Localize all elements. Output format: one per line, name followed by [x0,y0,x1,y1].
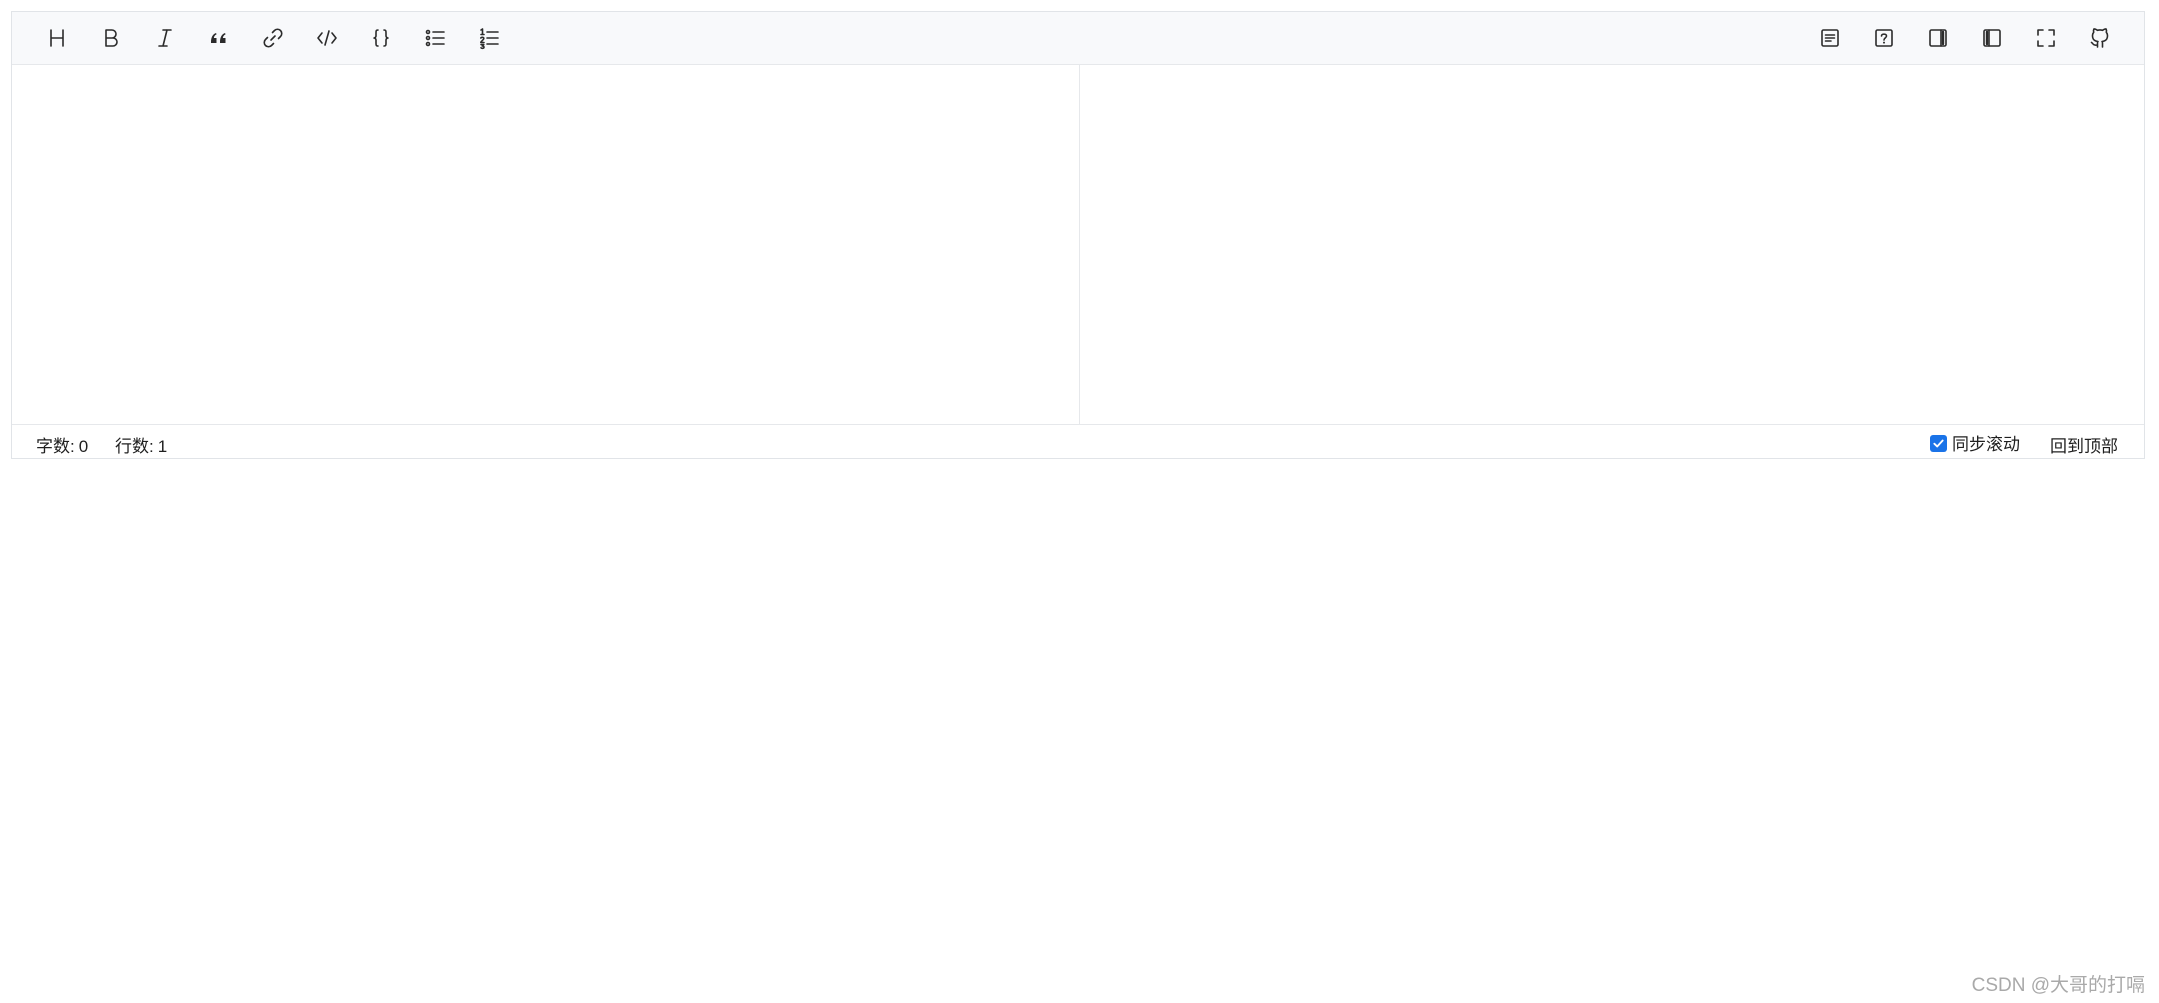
fullscreen-icon [2037,29,2055,47]
toc-button[interactable] [1812,20,1848,56]
back-to-top-link[interactable]: 回到顶部 [2050,432,2118,457]
sync-scroll-label: 同步滚动 [1952,435,2020,454]
document-icon [1821,29,1839,47]
line-count: 行数: 1 [115,432,167,457]
preview-pane [1080,65,2144,425]
quote-button[interactable] [201,20,237,56]
quote-icon [211,33,226,43]
markdown-input-pane[interactable] [12,65,1080,425]
sync-scroll-toggle[interactable]: 同步滚动 [1930,430,2020,455]
bold-icon [105,29,118,47]
link-button[interactable] [255,20,291,56]
word-count-label: 字数: [36,437,75,456]
link-icon [263,28,283,48]
line-count-value: 1 [157,437,168,456]
help-icon [1875,29,1893,47]
ordered-list-button[interactable] [471,20,507,56]
preview-only-button[interactable] [1920,20,1956,56]
sidebar-left-icon [1983,29,2001,47]
sidebar-right-icon [1929,29,1947,47]
markdown-editor: 字数: 0 行数: 1 同步滚动 回到顶部 [11,11,2145,459]
italic-button[interactable] [147,20,183,56]
word-count: 字数: 0 [36,432,88,457]
italic-icon [158,29,172,47]
github-icon [2090,28,2109,48]
toolbar [12,12,2144,65]
word-count-value: 0 [78,437,89,456]
line-count-label: 行数: [115,437,154,456]
numbered-list-icon [480,28,499,50]
code-icon [317,30,337,46]
heading-button[interactable] [39,20,75,56]
code-block-button[interactable] [363,20,399,56]
braces-icon [373,29,389,47]
watermark: CSDN @大哥的打嗝 [1971,975,2145,996]
github-button[interactable] [2082,20,2118,56]
bullet-list-icon [425,29,445,47]
sync-scroll-checkbox[interactable] [1930,434,1947,452]
fullscreen-button[interactable] [2028,20,2064,56]
help-button[interactable] [1866,20,1902,56]
bold-button[interactable] [93,20,129,56]
editor-only-button[interactable] [1974,20,2010,56]
heading-icon [50,29,64,47]
checkmark-icon [1933,439,1944,447]
status-bar: 字数: 0 行数: 1 同步滚动 回到顶部 [12,424,2144,458]
inline-code-button[interactable] [309,20,345,56]
unordered-list-button[interactable] [417,20,453,56]
